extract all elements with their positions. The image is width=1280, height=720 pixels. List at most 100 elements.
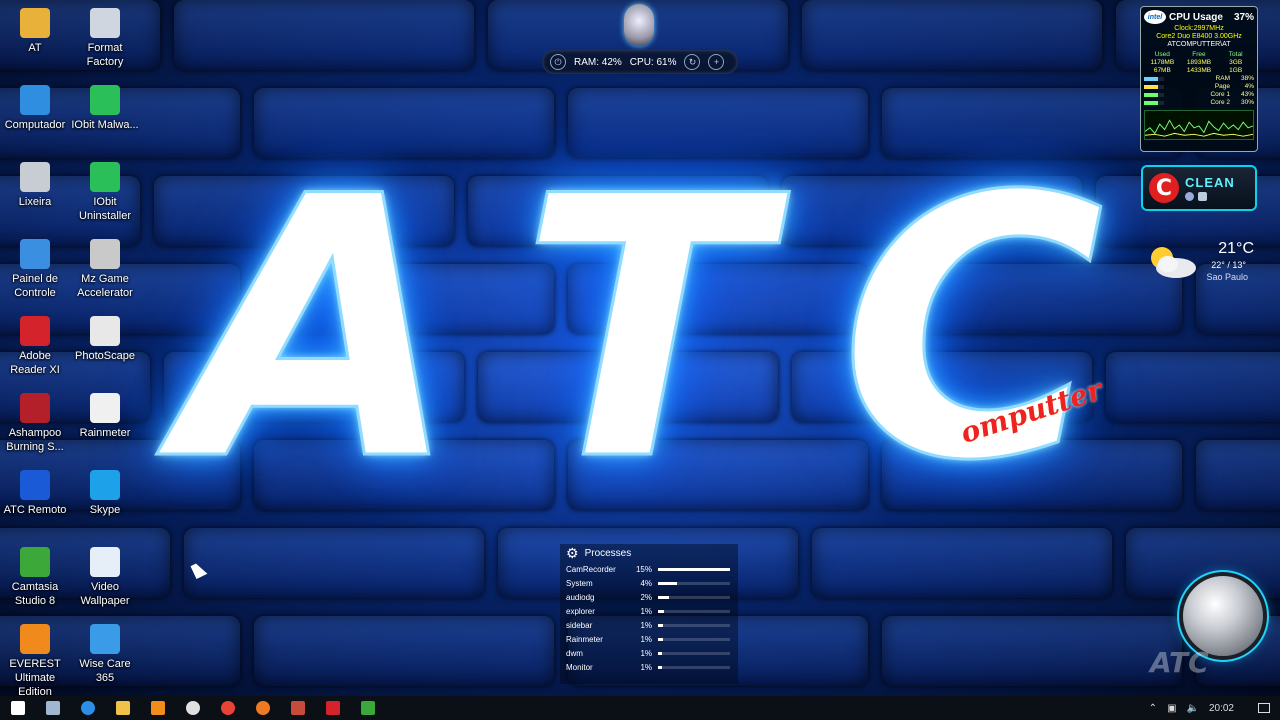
taskbar-app-computer[interactable] — [35, 696, 70, 720]
computer-icon — [20, 85, 50, 115]
broom-icon — [1185, 192, 1194, 201]
process-name: sidebar — [566, 620, 593, 630]
gauge-value: 30% — [1240, 99, 1254, 106]
desktop-icon-label: EVEREST Ultimate Edition — [9, 658, 61, 698]
taskbar-app-settings[interactable] — [175, 696, 210, 720]
taskbar-app-installer[interactable] — [280, 696, 315, 720]
gauge-bar — [1144, 85, 1164, 89]
desktop-icon-label: Video Wallpaper — [80, 581, 130, 607]
refresh-icon[interactable]: ↻ — [684, 54, 701, 70]
media-player-icon — [150, 701, 165, 715]
notification-icon[interactable] — [1258, 703, 1270, 713]
desktop-icon[interactable]: Wise Care 365 — [70, 624, 140, 685]
ram-cpu-widget: ⏻ RAM: 42% CPU: 61% ↻ + — [542, 50, 738, 74]
network-icon[interactable]: ▣ — [1167, 703, 1176, 714]
process-bar — [658, 609, 730, 613]
adobe-reader-icon — [20, 316, 50, 346]
process-name: System — [566, 578, 593, 588]
process-bar — [658, 666, 730, 670]
chevron-up-icon[interactable]: ⌃ — [1149, 703, 1157, 714]
desktop-icon[interactable]: Mz Game Accelerator — [70, 239, 140, 300]
desktop-icon[interactable]: IObit Uninstaller — [70, 162, 140, 223]
mem-header: Used — [1154, 51, 1170, 58]
desktop-icon-label: Lixeira — [18, 196, 52, 208]
ccleaner-logo-icon: C — [1149, 173, 1179, 203]
taskbar-app-edge[interactable] — [70, 696, 105, 720]
wallpaper-letter-c: C — [838, 120, 1105, 539]
process-list: CamRecorder 15% System 4% audiodg 2% explorer 1… — [560, 562, 738, 675]
camtasia-icon — [360, 701, 375, 715]
atc-clock-knob[interactable] — [1183, 576, 1263, 656]
photoscape-icon — [90, 316, 120, 346]
taskbar-app-explorer[interactable] — [105, 696, 140, 720]
windows-icon — [10, 701, 25, 715]
weather-city: Sao Paulo — [1206, 272, 1248, 282]
ccleaner-widget[interactable]: C CLEAN — [1141, 165, 1257, 211]
taskbar-app-chrome[interactable] — [210, 696, 245, 720]
desktop-icon[interactable]: Computador — [0, 85, 70, 132]
desktop-icon[interactable]: ATC Remoto — [0, 470, 70, 517]
desktop-icon[interactable]: Adobe Reader XI — [0, 316, 70, 377]
user-folder-icon — [20, 8, 50, 38]
desktop-icon[interactable]: PhotoScape — [70, 316, 140, 363]
iobit-uninstaller-icon — [90, 162, 120, 192]
desktop-icon-label: Painel de Controle — [12, 273, 58, 299]
desktop-icon[interactable]: Ashampoo Burning S... — [0, 393, 70, 454]
desktop-icon[interactable]: Lixeira — [0, 162, 70, 209]
process-bar-fill — [658, 652, 663, 656]
wallpaper-letter-t: T — [519, 120, 768, 539]
desktop-icon[interactable]: IObit Malwa... — [70, 85, 140, 132]
mem-header: Free — [1192, 51, 1206, 58]
process-name: dwm — [566, 649, 583, 659]
power-icon[interactable]: ⏻ — [550, 54, 566, 70]
process-row: explorer 1% — [560, 604, 738, 618]
mem-cell: 1893MB — [1186, 59, 1212, 66]
desktop-icon[interactable]: Skype — [70, 470, 140, 517]
process-bar — [658, 623, 730, 627]
process-percent: 1% — [640, 620, 652, 630]
process-bar — [658, 652, 730, 656]
start-button[interactable] — [0, 696, 35, 720]
process-percent: 2% — [640, 592, 652, 602]
desktop-icon[interactable]: Painel de Controle — [0, 239, 70, 300]
top-orb-widget[interactable] — [624, 4, 654, 46]
add-icon[interactable]: + — [708, 54, 725, 70]
process-row: audiodg 2% — [560, 590, 738, 604]
taskbar-app-pdf[interactable] — [315, 696, 350, 720]
process-percent: 15% — [635, 564, 652, 574]
volume-icon[interactable]: 🔈 — [1187, 703, 1199, 714]
wise-care-icon — [90, 624, 120, 654]
system-tray: ⌃ ▣ 🔈 20:02 — [1149, 696, 1280, 720]
taskbar-app-media[interactable] — [140, 696, 175, 720]
mem-header: Total — [1228, 51, 1243, 58]
process-row: dwm 1% — [560, 647, 738, 661]
taskbar-app-firefox[interactable] — [245, 696, 280, 720]
process-percent: 1% — [640, 635, 652, 645]
cpu-host: ATCOMPUTTER\AT — [1167, 41, 1231, 48]
mem-cell: 1GB — [1229, 67, 1243, 74]
taskbar-app-camtasia[interactable] — [350, 696, 385, 720]
weather-temp: 21°C — [1218, 240, 1254, 257]
process-percent: 1% — [640, 663, 652, 673]
wallpaper-letter-a: A — [179, 120, 461, 539]
gauge-bar — [1144, 77, 1164, 81]
skype-icon — [90, 470, 120, 500]
desktop-icon[interactable]: Rainmeter — [70, 393, 140, 440]
desktop-icon[interactable]: EVEREST Ultimate Edition — [0, 624, 70, 699]
gauge-label: Core 2 — [1210, 99, 1230, 106]
camtasia-icon — [20, 547, 50, 577]
process-bar-fill — [658, 567, 730, 571]
taskbar-clock[interactable]: 20:02 — [1209, 703, 1234, 714]
desktop-icon[interactable]: AT — [0, 8, 70, 55]
desktop-icon[interactable]: Camtasia Studio 8 — [0, 547, 70, 608]
gear-icon — [185, 701, 200, 715]
process-bar-fill — [658, 638, 664, 642]
desktop-icon[interactable]: Format Factory — [70, 8, 140, 69]
weather-widget[interactable]: 21°C 22° / 13° Sao Paulo — [1142, 236, 1260, 286]
gear-icon[interactable]: ⚙ — [566, 545, 579, 562]
gauge-value: 43% — [1240, 91, 1254, 98]
game-accelerator-icon — [90, 239, 120, 269]
desktop-icon[interactable]: Video Wallpaper — [70, 547, 140, 608]
ram-readout: RAM: 42% — [574, 56, 622, 68]
cpu-usage-gadget: intel CPU Usage 37% Clock:2997MHz Core2 … — [1140, 6, 1258, 152]
